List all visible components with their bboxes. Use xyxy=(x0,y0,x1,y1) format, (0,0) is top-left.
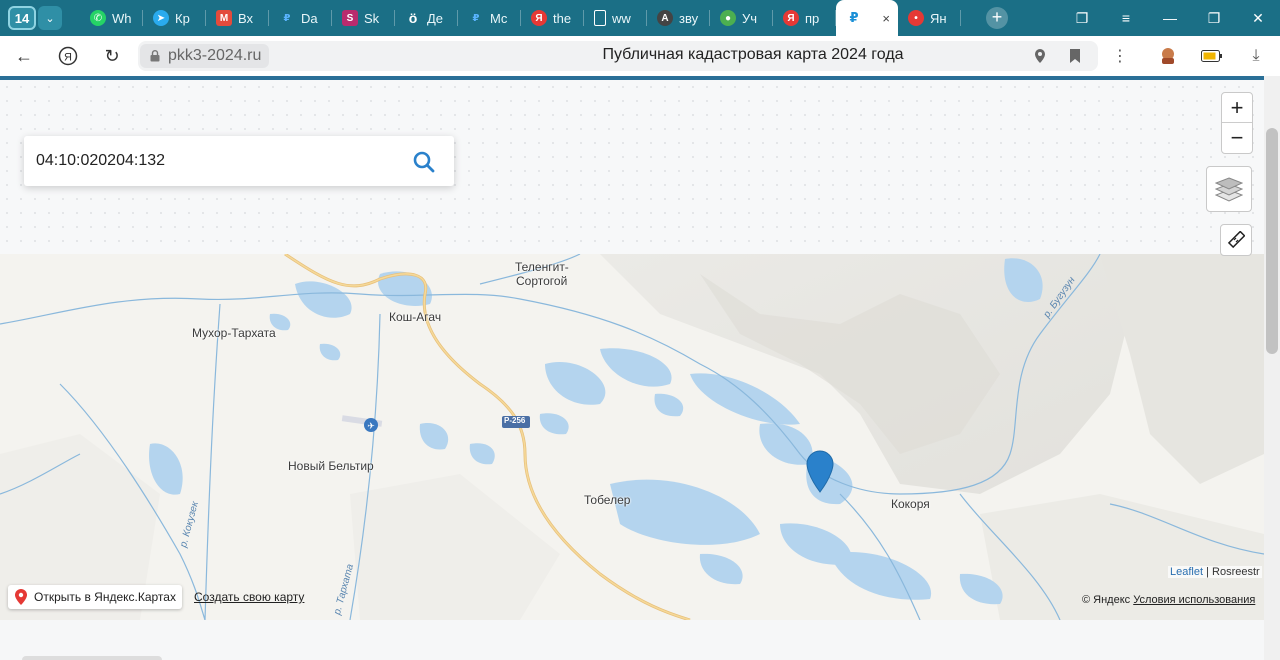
tab-uchi[interactable]: ● Уч xyxy=(710,0,773,36)
tab-skillbox[interactable]: S Sk xyxy=(332,0,395,36)
zoom-control: + − xyxy=(1221,92,1253,154)
cadastral-icon: ₽ xyxy=(472,12,480,24)
cadastral-icon: ₽ xyxy=(283,12,291,24)
collections-icon[interactable]: ❐ xyxy=(1060,0,1104,36)
yandex-icon: Я xyxy=(531,10,547,26)
cadastral-number-input[interactable] xyxy=(36,148,396,174)
yandex-copyright: © Яндекс xyxy=(1082,594,1131,606)
mail-icon: M xyxy=(216,10,232,26)
tab-yandex-2[interactable]: Япр xyxy=(773,0,836,36)
bubbles-icon: ● xyxy=(720,10,736,26)
layers-button[interactable] xyxy=(1206,166,1252,212)
place-label-tobeler: Тобелер xyxy=(584,493,631,507)
whatsapp-icon: ✆ xyxy=(90,10,106,26)
place-label-kosh-agach: Кош-Агач xyxy=(389,310,442,324)
place-label-noviy-beltir: Новый Бельтир xyxy=(288,459,374,473)
open-in-yandex-maps-label: Открыть в Яндекс.Картах xyxy=(34,590,176,604)
svg-text:✈: ✈ xyxy=(367,422,375,432)
place-label-telengit-2: Сортогой xyxy=(516,274,568,288)
map-attribution: Leaflet | Rosreestr xyxy=(1168,566,1262,578)
lock-icon xyxy=(150,50,160,62)
tab-cadastral-2[interactable]: ₽ Mc xyxy=(458,0,521,36)
url-text: pkk3-2024.ru xyxy=(168,47,262,64)
tab-count-button[interactable]: 14 xyxy=(8,6,36,30)
location-pin-icon[interactable] xyxy=(1028,44,1052,68)
reload-icon[interactable]: ↻ xyxy=(100,44,124,68)
new-tab-button[interactable]: + xyxy=(986,7,1008,29)
chevron-down-icon: ⌄ xyxy=(45,12,55,25)
tab-yandex-maps[interactable]: • Ян xyxy=(898,0,961,36)
terms-of-use-link[interactable]: Условия использования xyxy=(1133,594,1255,606)
back-arrow-icon[interactable]: ← xyxy=(12,44,36,68)
yandex-attribution: © Яндекс Условия использования xyxy=(1082,594,1255,606)
zoom-in-button[interactable]: + xyxy=(1222,93,1252,123)
layers-icon xyxy=(1215,177,1243,202)
translate-icon: A xyxy=(657,10,673,26)
restore-icon[interactable]: ❐ xyxy=(1192,0,1236,36)
battery-icon[interactable] xyxy=(1200,44,1224,68)
open-in-yandex-maps-button[interactable]: Открыть в Яндекс.Картах xyxy=(8,585,182,609)
leaflet-link[interactable]: Leaflet xyxy=(1170,566,1203,578)
tab-telegram[interactable]: ➤ Кр xyxy=(143,0,206,36)
window-controls: ❐ ≡ — ❐ ✕ xyxy=(1060,0,1280,36)
more-options-icon[interactable]: ⋮ xyxy=(1108,44,1132,68)
yandex-home-icon[interactable]: Я xyxy=(56,44,80,68)
tab-translate[interactable]: Aзву xyxy=(647,0,710,36)
close-window-icon[interactable]: ✕ xyxy=(1236,0,1280,36)
road-label: Р-256 xyxy=(504,416,526,425)
zoom-out-button[interactable]: − xyxy=(1222,123,1252,153)
create-map-link[interactable]: Создать свою карту xyxy=(194,590,304,604)
url-field[interactable]: pkk3-2024.ru Публичная кадастровая карта… xyxy=(138,41,1098,71)
ruler-icon xyxy=(1227,231,1245,249)
place-label-telengit-1: Теленгит- xyxy=(515,260,569,274)
tab-mail[interactable]: M Вх xyxy=(206,0,269,36)
scrollbar-thumb[interactable] xyxy=(1266,128,1278,354)
cadastral-search-box xyxy=(24,136,454,186)
page-bottom-area xyxy=(0,620,1264,660)
bookmark-icon[interactable] xyxy=(1063,44,1087,68)
page-title: Публичная кадастровая карта 2024 года xyxy=(602,46,904,63)
svg-text:Я: Я xyxy=(64,52,72,64)
search-icon[interactable] xyxy=(412,150,436,174)
download-icon[interactable]: ⤓ xyxy=(1244,44,1268,68)
minimize-icon[interactable]: — xyxy=(1148,0,1192,36)
map-canvas[interactable]: ✈ Теленгит- Сортогой Кош-Агач Мухор-Тарх… xyxy=(0,254,1264,620)
yandex-pin-icon xyxy=(15,589,27,605)
document-icon xyxy=(594,10,606,26)
extension-avatar-icon[interactable] xyxy=(1156,44,1180,68)
tab-document[interactable]: ww xyxy=(584,0,647,36)
close-tab-icon[interactable]: × xyxy=(882,11,890,26)
tab-yandex-1[interactable]: Яthe xyxy=(521,0,584,36)
o-umlaut-icon: ö xyxy=(408,10,418,26)
tab-strip: 14 ⌄ ✆ Wh ➤ Кр M Вх ₽ Da S Sk ö Де ₽ Mc Яthe ww… xyxy=(0,0,1280,36)
tab-doc[interactable]: ö Де xyxy=(395,0,458,36)
tabs-list: ✆ Wh ➤ Кр M Вх ₽ Da S Sk ö Де ₽ Mc Яthe ww Aзву… xyxy=(80,0,961,36)
tab-active-cadastral[interactable]: ₽ × xyxy=(836,0,898,36)
telegram-icon: ➤ xyxy=(153,10,169,26)
domain-pill[interactable]: pkk3-2024.ru xyxy=(140,44,270,68)
tab-whatsapp[interactable]: ✆ Wh xyxy=(80,0,143,36)
bottom-panel-edge xyxy=(22,656,162,660)
tab-cadastral-1[interactable]: ₽ Da xyxy=(269,0,332,36)
map-graphic: ✈ xyxy=(0,254,1264,620)
yandex-icon: Я xyxy=(783,10,799,26)
map-pin-icon: • xyxy=(908,10,924,26)
menu-icon[interactable]: ≡ xyxy=(1104,0,1148,36)
place-label-kokorya: Кокоря xyxy=(891,497,930,511)
measure-button[interactable] xyxy=(1220,224,1252,256)
tabs-dropdown-button[interactable]: ⌄ xyxy=(38,6,62,30)
rosreestr-label: | Rosreestr xyxy=(1206,566,1260,578)
cadastral-icon: ₽ xyxy=(849,10,859,25)
page-content: ✈ Теленгит- Сортогой Кош-Агач Мухор-Тарх… xyxy=(0,76,1264,660)
address-bar: ← Я ↻ pkk3-2024.ru Публичная кадастровая… xyxy=(0,36,1280,76)
place-label-mukhor-tarkhata: Мухор-Тархата xyxy=(192,326,276,340)
s-logo-icon: S xyxy=(342,10,358,26)
